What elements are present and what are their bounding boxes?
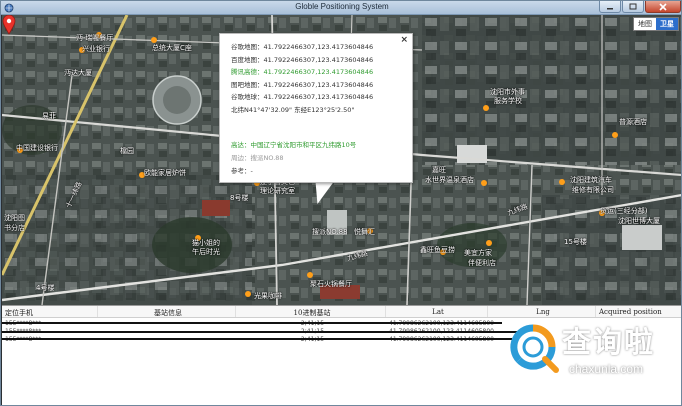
label-repair-company: 维修有限公司 [572, 186, 614, 194]
label-ouneng: 欧能家居炉饼 [144, 169, 186, 177]
label-president-c: 总统大厦C座 [152, 44, 192, 52]
popup-close-button[interactable]: × [400, 35, 408, 45]
minimize-icon [607, 7, 613, 9]
col-lng[interactable]: Lng [488, 306, 596, 317]
watermark-logo: 查询啦 chaxunla.com [509, 319, 679, 385]
close-icon [659, 2, 667, 11]
nearby-line: 周边：搜派NO.88 [231, 154, 284, 162]
app-window: Globle Positioning System 地图 卫星 沈阳市外事 服务… [0, 0, 682, 406]
popup-coordinates: 谷歌地图：41.7922466307,123.4173604846 百度地图：4… [231, 41, 373, 117]
label-yuewuhui: 悦舞汇 [354, 228, 375, 236]
magnifier-logo-icon [510, 324, 559, 373]
label-theory-research: 理论研究室 [260, 187, 295, 195]
label-restaurant: 沔·瑞喔餐厅 [76, 34, 114, 42]
location-pin-icon[interactable] [2, 15, 16, 35]
label-jiawang: 嘉旺 [432, 166, 446, 174]
label-freight: 货运(三经分部) [600, 207, 648, 215]
coord-tencent-amap: 腾讯高德：41.7922466307,123.4173604846 [231, 68, 374, 77]
title-bar[interactable]: Globle Positioning System [1, 1, 681, 15]
satellite-view-button[interactable]: 卫星 [656, 18, 678, 30]
label-service-school: 服务学校 [494, 97, 522, 105]
col-decimal-base[interactable]: 10进制基站 [236, 306, 386, 317]
label-water-world: 水世界温泉酒店 [425, 176, 474, 184]
col-lat[interactable]: Lat [386, 306, 488, 317]
popup-address: 高达：中国辽宁省沈阳市和平区九纬路10号 周边：搜派NO.88 参考：- [231, 139, 356, 178]
label-yifei: 易菲 [42, 112, 56, 120]
map-type-switch: 地图 卫星 [633, 17, 679, 31]
label-bookstore: 书分店 [4, 224, 25, 232]
label-bldg4: 4号楼 [36, 284, 55, 292]
minimize-button[interactable] [599, 1, 621, 13]
redaction-bar [2, 338, 512, 340]
coord-google-earth: 谷歌地球：41.7922466307,123.4173604846 [231, 93, 374, 102]
watermark-text: 查询啦 [562, 325, 656, 359]
table-header: 定位手机 基站信息 10进制基站 Lat Lng Acquired positi… [2, 306, 681, 318]
watermark-url: chaxunla.com [569, 362, 644, 376]
label-bldg15: 15号楼 [564, 238, 587, 246]
close-button[interactable] [645, 1, 681, 13]
satellite-map[interactable]: 地图 卫星 沈阳市外事 服务学校 沈阳建筑汽车 维修有限公司 普源酒店 辽宁省文… [2, 15, 681, 305]
label-puyuan-hotel: 普源酒店 [619, 118, 647, 126]
maximize-button[interactable] [622, 1, 644, 13]
location-popup: × 谷歌地图：41.7922466307,123.4173604846 百度地图… [219, 33, 413, 183]
coord-baidu: 百度地图：41.7922466307,123.4173604846 [231, 55, 374, 64]
col-phone[interactable]: 定位手机 [2, 306, 98, 317]
coord-mapbar: 图吧地图：41.7922466307,123.4173604846 [231, 80, 374, 89]
label-soupai: 搜派NO.88 [312, 228, 348, 236]
window-title: Globle Positioning System [295, 2, 389, 11]
col-acquired[interactable]: Acquired position [596, 306, 681, 317]
label-meiyi: 美宜方家 [464, 249, 492, 257]
label-dangyuan: 檔园 [120, 147, 134, 155]
label-hotpot: 聚石火锅餐厅 [310, 280, 352, 288]
label-ccb: 中国建设银行 [16, 144, 58, 152]
label-xinwang: 鑫旺鱼豆捞 [420, 246, 455, 254]
label-coffee: 光果咖啡 [254, 292, 282, 300]
maximize-icon [629, 3, 637, 10]
coord-google: 谷歌地图：41.7922466307,123.4173604846 [231, 43, 374, 51]
label-expo-tower: 沈阳世博大厦 [618, 217, 660, 225]
label-afternoon: 午后时光 [192, 248, 220, 256]
address-line: 高达：中国辽宁省沈阳市和平区九纬路10号 [231, 141, 357, 149]
label-miandai: 沔达大厦 [64, 69, 92, 77]
window-controls [599, 1, 681, 14]
col-base-info[interactable]: 基站信息 [98, 306, 236, 317]
map-view-button[interactable]: 地图 [634, 18, 656, 30]
label-auto-company: 沈阳建筑汽车 [570, 176, 612, 184]
label-store: 伴便利店 [468, 259, 496, 267]
label-bldg8: 8号楼 [230, 194, 249, 202]
label-shenyang-library: 沈阳图 [4, 214, 25, 222]
coord-dms: 北纬N41°47'32.09" 东经E123°25'2.50" [231, 105, 355, 114]
redaction-bar [2, 322, 502, 324]
redaction-bar [2, 331, 522, 333]
label-cib: 兴业银行 [82, 45, 110, 53]
reference-line: 参考：- [231, 167, 253, 175]
